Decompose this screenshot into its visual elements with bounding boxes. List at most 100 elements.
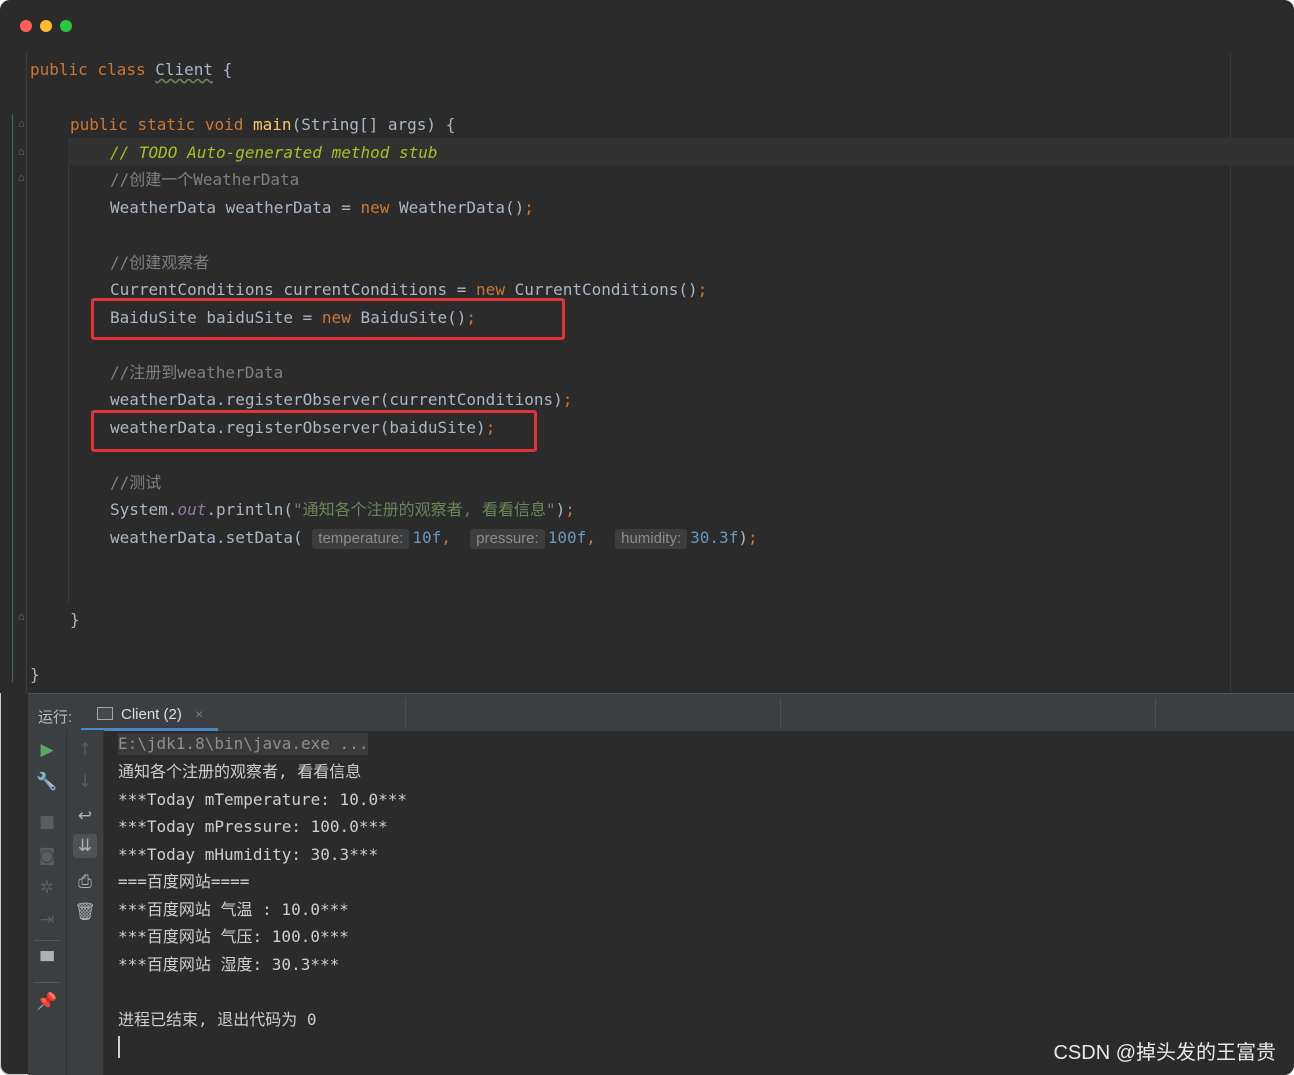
- exit-icon[interactable]: ⇥: [35, 908, 59, 932]
- comma: ,: [586, 528, 596, 547]
- console-exit-line: 进程已结束, 退出代码为 0: [118, 1010, 317, 1029]
- code-text: (String[] args) {: [291, 115, 456, 134]
- annotation-box: [91, 410, 537, 452]
- console-icon: [97, 707, 113, 720]
- pin-icon[interactable]: 📌: [35, 990, 59, 1014]
- closing-brace[interactable]: }: [30, 665, 40, 685]
- stop-icon[interactable]: ■: [35, 810, 59, 834]
- console-line: ***Today mHumidity: 30.3***: [118, 845, 379, 864]
- code-line[interactable]: weatherData.registerObserver(currentCond…: [110, 390, 572, 410]
- class-name: Client: [155, 60, 214, 79]
- run-tool-window: 运行: Client (2) × ▶ 🔧 ■ ◙ ✲ ⇥ ▀ 📌 ↑ ↓ ↩ ⇊…: [28, 693, 1294, 1075]
- tab-client[interactable]: Client (2) ×: [81, 694, 218, 731]
- run-label: 运行:: [38, 709, 73, 726]
- code-line[interactable]: WeatherData weatherData = new WeatherDat…: [110, 198, 534, 218]
- closing-brace[interactable]: }: [70, 610, 80, 630]
- camera-icon[interactable]: ◙: [35, 844, 59, 868]
- wrench-icon[interactable]: 🔧: [35, 770, 59, 794]
- tab-divider: [1155, 698, 1156, 728]
- static-field: out: [177, 500, 207, 519]
- watermark: CSDN @掉头发的王富贵: [1053, 1042, 1276, 1064]
- vcs-change-marker: [12, 114, 13, 682]
- print-icon[interactable]: ⎙: [73, 870, 97, 894]
- fold-icon[interactable]: ⌂: [18, 146, 28, 158]
- console-line: ***Today mPressure: 100.0***: [118, 817, 388, 836]
- string-literal: "通知各个注册的观察者, 看看信息": [293, 500, 556, 519]
- parameter-hint: temperature:: [312, 529, 410, 549]
- code-text: ): [738, 528, 748, 547]
- code-comment[interactable]: //创建一个WeatherData: [110, 170, 299, 190]
- toolbar-divider: [34, 982, 60, 983]
- close-window-button[interactable]: [20, 20, 32, 32]
- code-comment[interactable]: //创建观察者: [110, 253, 209, 273]
- run-toolbar-right: ↑ ↓ ↩ ⇊ ⎙ 🗑: [67, 730, 104, 1075]
- number-literal: 30.3f: [690, 528, 739, 547]
- minimize-window-button[interactable]: [40, 20, 52, 32]
- trash-icon[interactable]: 🗑: [73, 900, 97, 924]
- semicolon: ;: [697, 280, 708, 299]
- code-line[interactable]: weatherData.setData( temperature: 10f, pr…: [110, 528, 758, 549]
- debug-icon[interactable]: ✲: [35, 876, 59, 900]
- run-icon[interactable]: ▶: [35, 738, 59, 762]
- keyword: new: [360, 198, 390, 217]
- code-text: {: [213, 60, 233, 79]
- parameter-hint: humidity:: [615, 529, 688, 549]
- down-arrow-icon[interactable]: ↓: [73, 770, 97, 794]
- close-icon[interactable]: ×: [195, 706, 203, 722]
- console-line: 通知各个注册的观察者, 看看信息: [118, 762, 362, 781]
- todo-comment: TODO Auto-generated method stub: [138, 143, 438, 162]
- run-toolbar-left: ▶ 🔧 ■ ◙ ✲ ⇥ ▀ 📌: [28, 730, 67, 1075]
- annotation-box: [91, 298, 565, 340]
- soft-wrap-icon[interactable]: ↩: [73, 804, 97, 828]
- parameter-hint: pressure:: [470, 529, 545, 549]
- code-text: WeatherData(): [389, 198, 525, 217]
- console-command-line: E:\jdk1.8\bin\java.exe ...: [118, 733, 369, 755]
- console-line: ***Today mTemperature: 10.0***: [118, 790, 407, 809]
- keyword: public class: [30, 60, 156, 79]
- code-comment[interactable]: //注册到weatherData: [110, 363, 283, 383]
- code-text: weatherData.registerObserver(currentCond…: [110, 390, 563, 409]
- layout-icon[interactable]: ▀: [35, 950, 59, 974]
- code-text: ): [555, 500, 566, 519]
- code-comment[interactable]: //测试: [110, 473, 161, 493]
- code-text: weatherData.setData(: [110, 528, 303, 547]
- semicolon: ;: [565, 500, 575, 519]
- code-line[interactable]: // TODO Auto-generated method stub: [110, 143, 438, 163]
- code-line[interactable]: System.out.println("通知各个注册的观察者, 看看信息");: [110, 500, 575, 520]
- comment-prefix: //: [110, 143, 139, 162]
- title-bar: [0, 0, 1294, 52]
- code-line[interactable]: public class Client {: [30, 60, 232, 80]
- scroll-to-end-icon[interactable]: ⇊: [73, 834, 97, 858]
- code-text: CurrentConditions(): [504, 280, 698, 299]
- code-line[interactable]: CurrentConditions currentConditions = ne…: [110, 280, 707, 300]
- tab-label: Client (2): [121, 706, 182, 723]
- code-text: System.: [110, 500, 178, 519]
- console-line: ***百度网站 气温 : 10.0***: [118, 900, 349, 919]
- code-text: WeatherData weatherData =: [110, 198, 361, 217]
- indent-guide: [68, 164, 69, 604]
- text-cursor: [118, 1036, 120, 1058]
- code-text: CurrentConditions currentConditions =: [110, 280, 477, 299]
- up-arrow-icon[interactable]: ↑: [73, 738, 97, 762]
- console-line: ***百度网站 气压: 100.0***: [118, 927, 349, 946]
- console-line: ***百度网站 湿度: 30.3***: [118, 955, 340, 974]
- code-text: .println(: [206, 500, 294, 519]
- method-name: main: [253, 115, 292, 134]
- fold-icon[interactable]: ⌂: [18, 118, 28, 130]
- run-tab-bar: 运行: Client (2) ×: [28, 693, 1294, 731]
- number-literal: 10f: [412, 528, 442, 547]
- zoom-window-button[interactable]: [60, 20, 72, 32]
- code-editor[interactable]: ⌂ ⌂ ⌂ ⌂ public class Client { public sta…: [0, 52, 1294, 693]
- comma: ,: [441, 528, 451, 547]
- ide-window: ⌂ ⌂ ⌂ ⌂ public class Client { public sta…: [0, 0, 1294, 1075]
- semicolon: ;: [562, 390, 573, 409]
- tab-divider: [405, 698, 406, 728]
- toolbar-divider: [34, 940, 60, 941]
- fold-icon[interactable]: ⌂: [18, 611, 28, 623]
- code-line[interactable]: public static void main(String[] args) {: [70, 115, 455, 135]
- keyword: public static void: [70, 115, 254, 134]
- number-literal: 100f: [547, 528, 587, 547]
- semicolon: ;: [524, 198, 534, 217]
- semicolon: ;: [747, 528, 758, 547]
- fold-icon[interactable]: ⌂: [18, 172, 28, 184]
